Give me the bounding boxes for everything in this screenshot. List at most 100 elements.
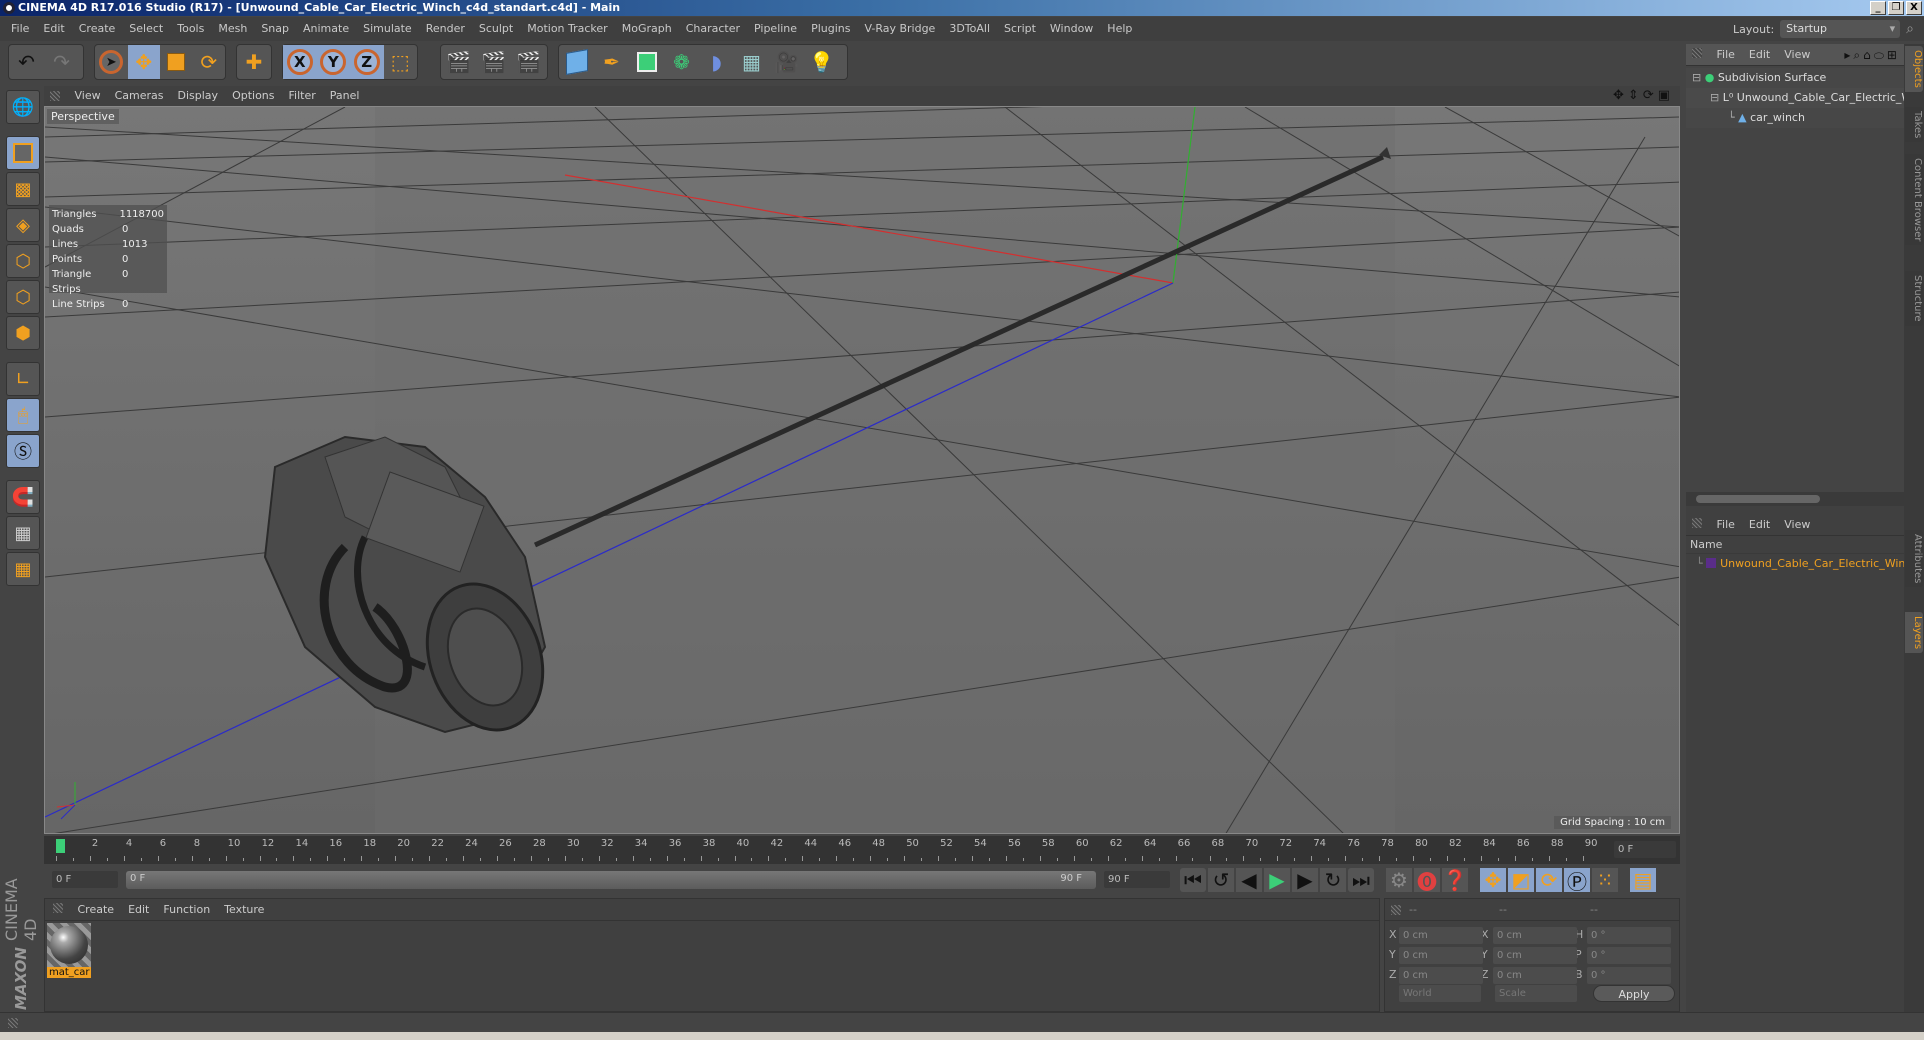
panel-grip-icon[interactable] <box>8 1018 18 1028</box>
menu-help[interactable]: Help <box>1100 17 1139 41</box>
viewport-menu-display[interactable]: Display <box>171 86 226 106</box>
object-tree-item[interactable]: ⊟ ● Subdivision Surface <box>1686 68 1904 88</box>
collapse-icon[interactable]: ⊟ <box>1710 91 1723 104</box>
live-selection-icon[interactable]: ➤ <box>95 45 128 79</box>
viewport-menu-options[interactable]: Options <box>225 86 281 106</box>
y-axis-lock-icon[interactable]: Y <box>316 45 350 79</box>
x-axis-lock-icon[interactable]: X <box>283 45 317 79</box>
coord-field[interactable]: 0 ° <box>1587 967 1671 984</box>
recent-tool-icon[interactable]: ✚ <box>237 45 271 79</box>
workplane-lock-icon[interactable]: ▦ <box>6 516 40 550</box>
viewport-menu-view[interactable]: View <box>68 86 108 106</box>
close-button[interactable]: X <box>1906 1 1922 15</box>
key-point-level-icon[interactable]: ⁙ <box>1592 868 1618 892</box>
menu-simulate[interactable]: Simulate <box>356 17 419 41</box>
side-tab-objects[interactable]: Objects <box>1905 46 1923 92</box>
side-tab-content-browser[interactable]: Content Browser <box>1905 154 1923 246</box>
menu-render[interactable]: Render <box>419 17 472 41</box>
object-tree-item[interactable]: ⊟ L⁰ Unwound_Cable_Car_Electric_Winch <box>1686 88 1904 108</box>
menu-mesh[interactable]: Mesh <box>211 17 254 41</box>
play-icon[interactable]: ▶ <box>1264 868 1290 892</box>
subdivision-surface-icon[interactable] <box>629 45 664 79</box>
pen-spline-icon[interactable]: ✒ <box>594 45 629 79</box>
menu-snap[interactable]: Snap <box>254 17 296 41</box>
motion-system-icon[interactable]: ⚙ <box>1386 868 1412 892</box>
floor-environment-icon[interactable]: ▦ <box>734 45 769 79</box>
layer-item[interactable]: └ Unwound_Cable_Car_Electric_Winch <box>1686 554 1904 574</box>
objects-toolbar-icons[interactable]: ▸⌕⌂⬭⊞ <box>1844 44 1900 66</box>
menu-create[interactable]: Create <box>72 17 123 41</box>
layer-color-swatch[interactable] <box>1706 558 1717 568</box>
menu-3dtoall[interactable]: 3DToAll <box>942 17 997 41</box>
autokeying-icon[interactable]: ❓ <box>1442 868 1468 892</box>
material-menu-create[interactable]: Create <box>71 900 122 920</box>
render-picture-viewer-icon[interactable]: 🎬 <box>476 45 511 79</box>
edges-mode-icon[interactable]: ⬡ <box>6 280 40 314</box>
coord-field[interactable]: 0 cm <box>1493 947 1577 964</box>
camera-label[interactable]: Perspective <box>47 109 119 124</box>
viewport-menu-filter[interactable]: Filter <box>282 86 323 106</box>
side-tab-attributes[interactable]: Attributes <box>1905 530 1923 588</box>
timeline-window-icon[interactable]: ▤ <box>1630 868 1656 892</box>
material-name[interactable]: mat_car <box>47 967 91 978</box>
timeline-ruler[interactable]: 0246810121416182022242628303234363840424… <box>44 836 1680 864</box>
make-editable-icon[interactable]: 🌐 <box>6 90 40 124</box>
menu-character[interactable]: Character <box>679 17 747 41</box>
coord-field[interactable]: 0 ° <box>1587 947 1671 964</box>
menu-window[interactable]: Window <box>1043 17 1100 41</box>
coord-field[interactable]: 0 cm <box>1493 927 1577 944</box>
collapse-icon[interactable]: ⊟ <box>1692 71 1705 84</box>
menu-v-ray-bridge[interactable]: V-Ray Bridge <box>857 17 942 41</box>
rotate-tool-icon[interactable]: ⟳ <box>193 45 226 79</box>
layers-menu-edit[interactable]: Edit <box>1742 515 1777 535</box>
previous-keyframe-icon[interactable]: ↺ <box>1208 868 1234 892</box>
menu-pipeline[interactable]: Pipeline <box>747 17 804 41</box>
viewport-perspective[interactable]: Perspective Triangles 1118700 Quads 0 Lines 1… <box>44 106 1680 834</box>
objects-scrollbar[interactable] <box>1686 492 1904 506</box>
key-rotation-icon[interactable]: ⟳ <box>1536 868 1562 892</box>
go-to-end-icon[interactable]: ⏭ <box>1348 868 1374 892</box>
side-tab-structure[interactable]: Structure <box>1905 271 1923 326</box>
layers-menu-view[interactable]: View <box>1777 515 1817 535</box>
material-menu-edit[interactable]: Edit <box>121 900 156 920</box>
magnet-icon[interactable]: 🧲 <box>6 480 40 514</box>
menu-edit[interactable]: Edit <box>36 17 71 41</box>
deformer-icon[interactable]: ◗ <box>699 45 734 79</box>
apply-button[interactable]: Apply <box>1593 985 1675 1002</box>
viewport-menu-cameras[interactable]: Cameras <box>108 86 171 106</box>
redo-icon[interactable]: ↷ <box>44 45 79 79</box>
side-tab-takes[interactable]: Takes <box>1905 107 1923 143</box>
menu-select[interactable]: Select <box>122 17 170 41</box>
model-mode-icon[interactable] <box>6 136 40 170</box>
coord-field[interactable]: 0 ° <box>1587 927 1671 944</box>
objects-menu-edit[interactable]: Edit <box>1742 45 1777 65</box>
menu-script[interactable]: Script <box>997 17 1043 41</box>
workplane-mode-icon[interactable]: ◈ <box>6 208 40 242</box>
viewport-nav-icons[interactable]: ✥⇕⟳▣ <box>1613 88 1674 103</box>
move-tool-icon[interactable]: ✥ <box>127 45 160 79</box>
menu-tools[interactable]: Tools <box>170 17 211 41</box>
z-axis-lock-icon[interactable]: Z <box>350 45 384 79</box>
panel-grip-icon[interactable] <box>53 903 63 913</box>
minimize-button[interactable]: _ <box>1870 1 1886 15</box>
key-position-icon[interactable]: ✥ <box>1480 868 1506 892</box>
next-keyframe-icon[interactable]: ↻ <box>1320 868 1346 892</box>
material-swatch[interactable]: mat_car <box>47 923 91 981</box>
frame-range-slider[interactable]: 0 F 90 F <box>126 871 1096 889</box>
points-mode-icon[interactable]: ⬡ <box>6 244 40 278</box>
end-frame-field[interactable]: 90 F <box>1104 871 1170 888</box>
objects-menu-file[interactable]: File <box>1710 45 1742 65</box>
coord-field[interactable]: 0 cm <box>1399 927 1483 944</box>
playhead[interactable] <box>56 839 65 853</box>
panel-grip-icon[interactable] <box>1391 905 1401 915</box>
planar-workplane-icon[interactable]: ▦ <box>6 552 40 586</box>
coordinate-system-icon[interactable]: ⬚ <box>384 45 418 79</box>
coord-field[interactable]: 0 cm <box>1493 967 1577 984</box>
search-icon[interactable]: ⌕ <box>1906 21 1914 37</box>
layers-menu-file[interactable]: File <box>1710 515 1742 535</box>
menu-sculpt[interactable]: Sculpt <box>472 17 520 41</box>
cube-object-icon[interactable] <box>559 45 594 79</box>
texture-mode-icon[interactable]: ▩ <box>6 172 40 206</box>
camera-icon[interactable]: 🎥 <box>769 45 804 79</box>
go-to-start-icon[interactable]: ⏮ <box>1180 868 1206 892</box>
